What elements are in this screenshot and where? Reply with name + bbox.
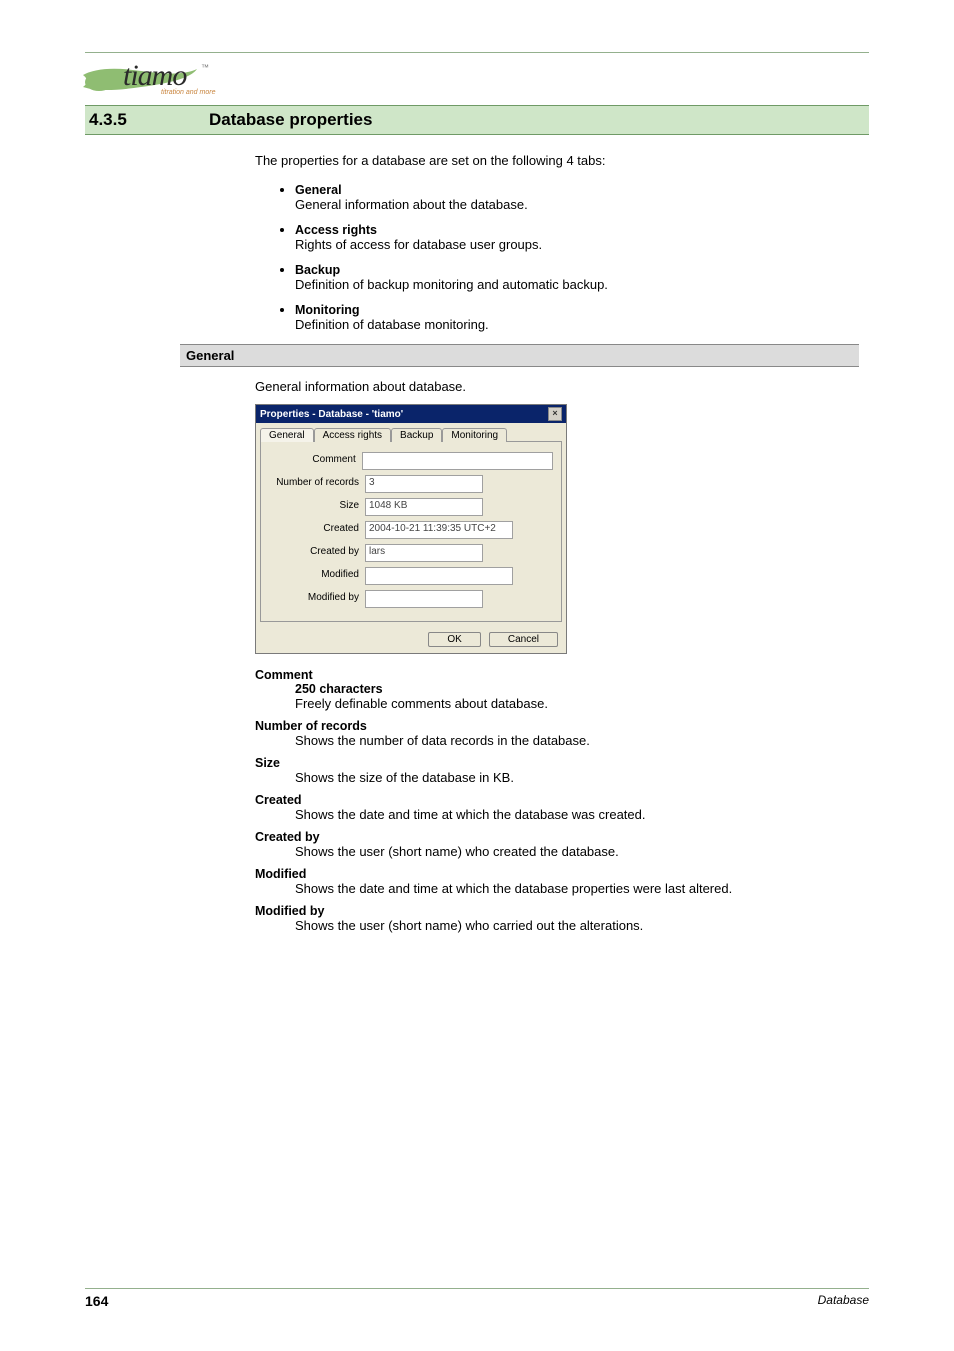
intro-text: The properties for a database are set on… — [255, 153, 859, 168]
modifiedby-field — [365, 590, 483, 608]
footer-section: Database — [818, 1293, 869, 1309]
close-icon[interactable]: × — [548, 407, 562, 421]
tab-overview-list: General General information about the da… — [255, 182, 859, 332]
def-subterm: 250 characters — [295, 682, 859, 696]
subsection-heading: General — [180, 344, 859, 367]
tab-panel-general: Comment Number of records 3 Size 1048 KB… — [260, 441, 562, 622]
def-term: Modified — [255, 867, 859, 881]
subsection-intro: General information about database. — [255, 379, 859, 394]
ok-button[interactable]: OK — [428, 632, 480, 647]
dialog-title-text: Properties - Database - 'tiamo' — [260, 409, 403, 420]
def-term: Number of records — [255, 719, 859, 733]
bullet-title: General — [295, 183, 342, 197]
createdby-label: Created by — [269, 544, 365, 557]
def-modified: Modified Shows the date and time at whic… — [255, 867, 859, 896]
dialog-titlebar: Properties - Database - 'tiamo' × — [256, 405, 566, 423]
page-footer: 164 Database — [85, 1288, 869, 1309]
bullet-title: Access rights — [295, 223, 377, 237]
page: tiamo ™ titration and more 4.3.5 Databas… — [0, 0, 954, 1351]
dialog-button-row: OK Cancel — [256, 628, 566, 653]
list-item: Access rights Rights of access for datab… — [295, 222, 859, 252]
def-body: Shows the date and time at which the dat… — [295, 881, 859, 896]
def-numrecords: Number of records Shows the number of da… — [255, 719, 859, 748]
numrecords-label: Number of records — [269, 475, 365, 488]
tab-general[interactable]: General — [260, 428, 314, 442]
def-size: Size Shows the size of the database in K… — [255, 756, 859, 785]
created-field: 2004-10-21 11:39:35 UTC+2 — [365, 521, 513, 539]
def-body: Shows the date and time at which the dat… — [295, 807, 859, 822]
comment-field[interactable] — [362, 452, 553, 470]
logo-tm: ™ — [201, 63, 209, 72]
def-term: Created — [255, 793, 859, 807]
tab-backup[interactable]: Backup — [391, 428, 442, 442]
list-item: Monitoring Definition of database monito… — [295, 302, 859, 332]
created-label: Created — [269, 521, 365, 534]
comment-label: Comment — [269, 452, 362, 465]
size-field: 1048 KB — [365, 498, 483, 516]
def-created: Created Shows the date and time at which… — [255, 793, 859, 822]
logo-subtitle: titration and more — [161, 89, 215, 96]
size-label: Size — [269, 498, 365, 511]
numrecords-field: 3 — [365, 475, 483, 493]
def-body: Shows the number of data records in the … — [295, 733, 859, 748]
def-body: Shows the size of the database in KB. — [295, 770, 859, 785]
page-number: 164 — [85, 1293, 108, 1309]
section-title: Database properties — [209, 110, 372, 130]
def-body: Shows the user (short name) who created … — [295, 844, 859, 859]
logo: tiamo ™ titration and more — [81, 59, 869, 103]
modifiedby-label: Modified by — [269, 590, 365, 603]
bullet-title: Backup — [295, 263, 340, 277]
modified-field — [365, 567, 513, 585]
properties-dialog: Properties - Database - 'tiamo' × Genera… — [255, 404, 567, 654]
list-item: General General information about the da… — [295, 182, 859, 212]
body-column: The properties for a database are set on… — [255, 153, 859, 332]
modified-label: Modified — [269, 567, 365, 580]
def-body: Freely definable comments about database… — [295, 696, 859, 711]
def-modifiedby: Modified by Shows the user (short name) … — [255, 904, 859, 933]
def-term: Size — [255, 756, 859, 770]
list-item: Backup Definition of backup monitoring a… — [295, 262, 859, 292]
cancel-button[interactable]: Cancel — [489, 632, 558, 647]
def-term: Modified by — [255, 904, 859, 918]
def-comment: Comment 250 characters Freely definable … — [255, 668, 859, 711]
bullet-desc: Definition of backup monitoring and auto… — [295, 277, 859, 292]
createdby-field: lars — [365, 544, 483, 562]
tab-monitoring[interactable]: Monitoring — [442, 428, 507, 442]
top-rule — [85, 52, 869, 53]
bullet-desc: General information about the database. — [295, 197, 859, 212]
section-heading-bar: 4.3.5 Database properties — [85, 105, 869, 135]
section-number: 4.3.5 — [85, 110, 209, 130]
logo-text: tiamo — [123, 59, 186, 93]
tab-access-rights[interactable]: Access rights — [314, 428, 391, 442]
def-body: Shows the user (short name) who carried … — [295, 918, 859, 933]
bullet-desc: Definition of database monitoring. — [295, 317, 859, 332]
def-term: Comment — [255, 668, 859, 682]
bullet-desc: Rights of access for database user group… — [295, 237, 859, 252]
bullet-title: Monitoring — [295, 303, 360, 317]
subsection-body: General information about database. Prop… — [255, 379, 859, 933]
def-createdby: Created by Shows the user (short name) w… — [255, 830, 859, 859]
def-term: Created by — [255, 830, 859, 844]
dialog-tabs: General Access rights Backup Monitoring — [256, 423, 566, 441]
